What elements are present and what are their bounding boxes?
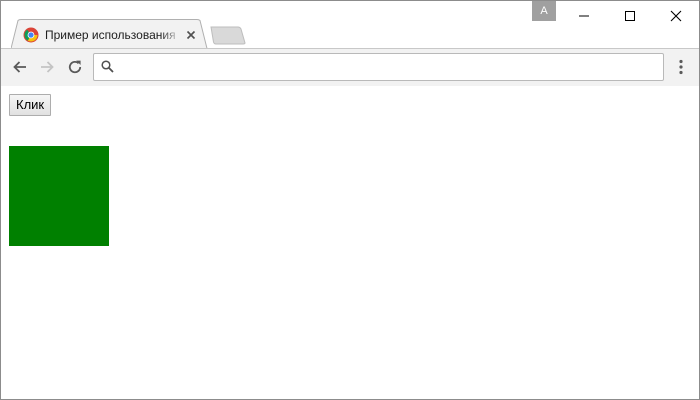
tab-title: Пример использования (45, 28, 176, 42)
address-input[interactable] (120, 57, 656, 75)
arrow-left-icon (13, 61, 26, 73)
maximize-button[interactable] (607, 1, 653, 31)
address-bar[interactable] (93, 53, 664, 81)
more-vert-icon (679, 59, 683, 75)
profile-badge[interactable]: A (532, 1, 556, 21)
green-box (9, 146, 109, 246)
maximize-icon (625, 11, 635, 21)
tab-active[interactable]: Пример использования (11, 19, 208, 49)
close-icon[interactable] (183, 27, 199, 43)
reload-icon (68, 60, 82, 74)
tab-strip: Пример использования A (1, 1, 699, 49)
new-tab-icon (210, 26, 246, 45)
minimize-icon (579, 15, 589, 17)
chrome-favicon-icon (23, 27, 39, 43)
minimize-button[interactable] (561, 1, 607, 31)
menu-button[interactable] (672, 55, 692, 79)
click-button[interactable]: Клик (9, 94, 52, 116)
window-close-button[interactable] (653, 1, 699, 31)
browser-window: Пример использования A Клик (0, 0, 700, 400)
search-icon (101, 60, 114, 73)
arrow-right-icon (41, 61, 54, 73)
new-tab-button[interactable] (210, 26, 246, 45)
reload-button[interactable] (63, 55, 87, 79)
back-button[interactable] (8, 55, 32, 79)
window-close-icon (670, 10, 682, 22)
browser-toolbar (1, 48, 699, 87)
forward-button[interactable] (35, 55, 59, 79)
page-content: Клик (1, 86, 699, 399)
